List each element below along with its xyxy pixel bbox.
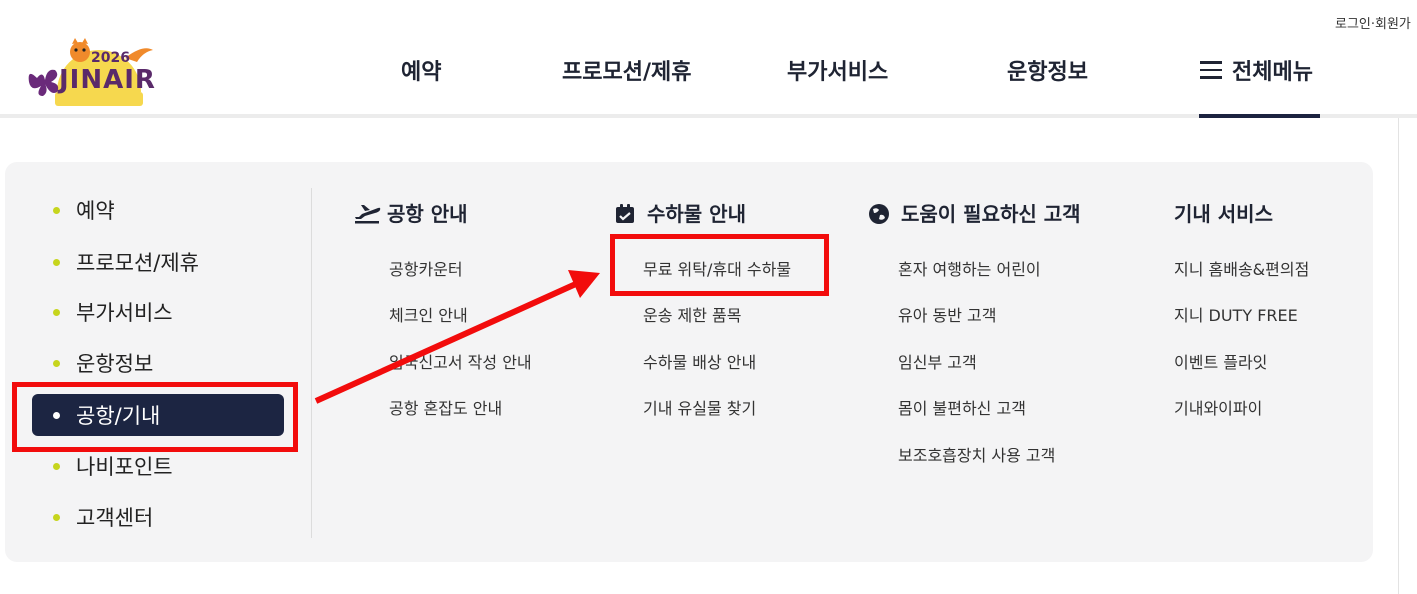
page: 로그인·회원가 2026 JINAIR 예약 프로모션/제휴 부가서비스 운항정…	[0, 0, 1417, 594]
annotation-arrow	[314, 270, 600, 404]
